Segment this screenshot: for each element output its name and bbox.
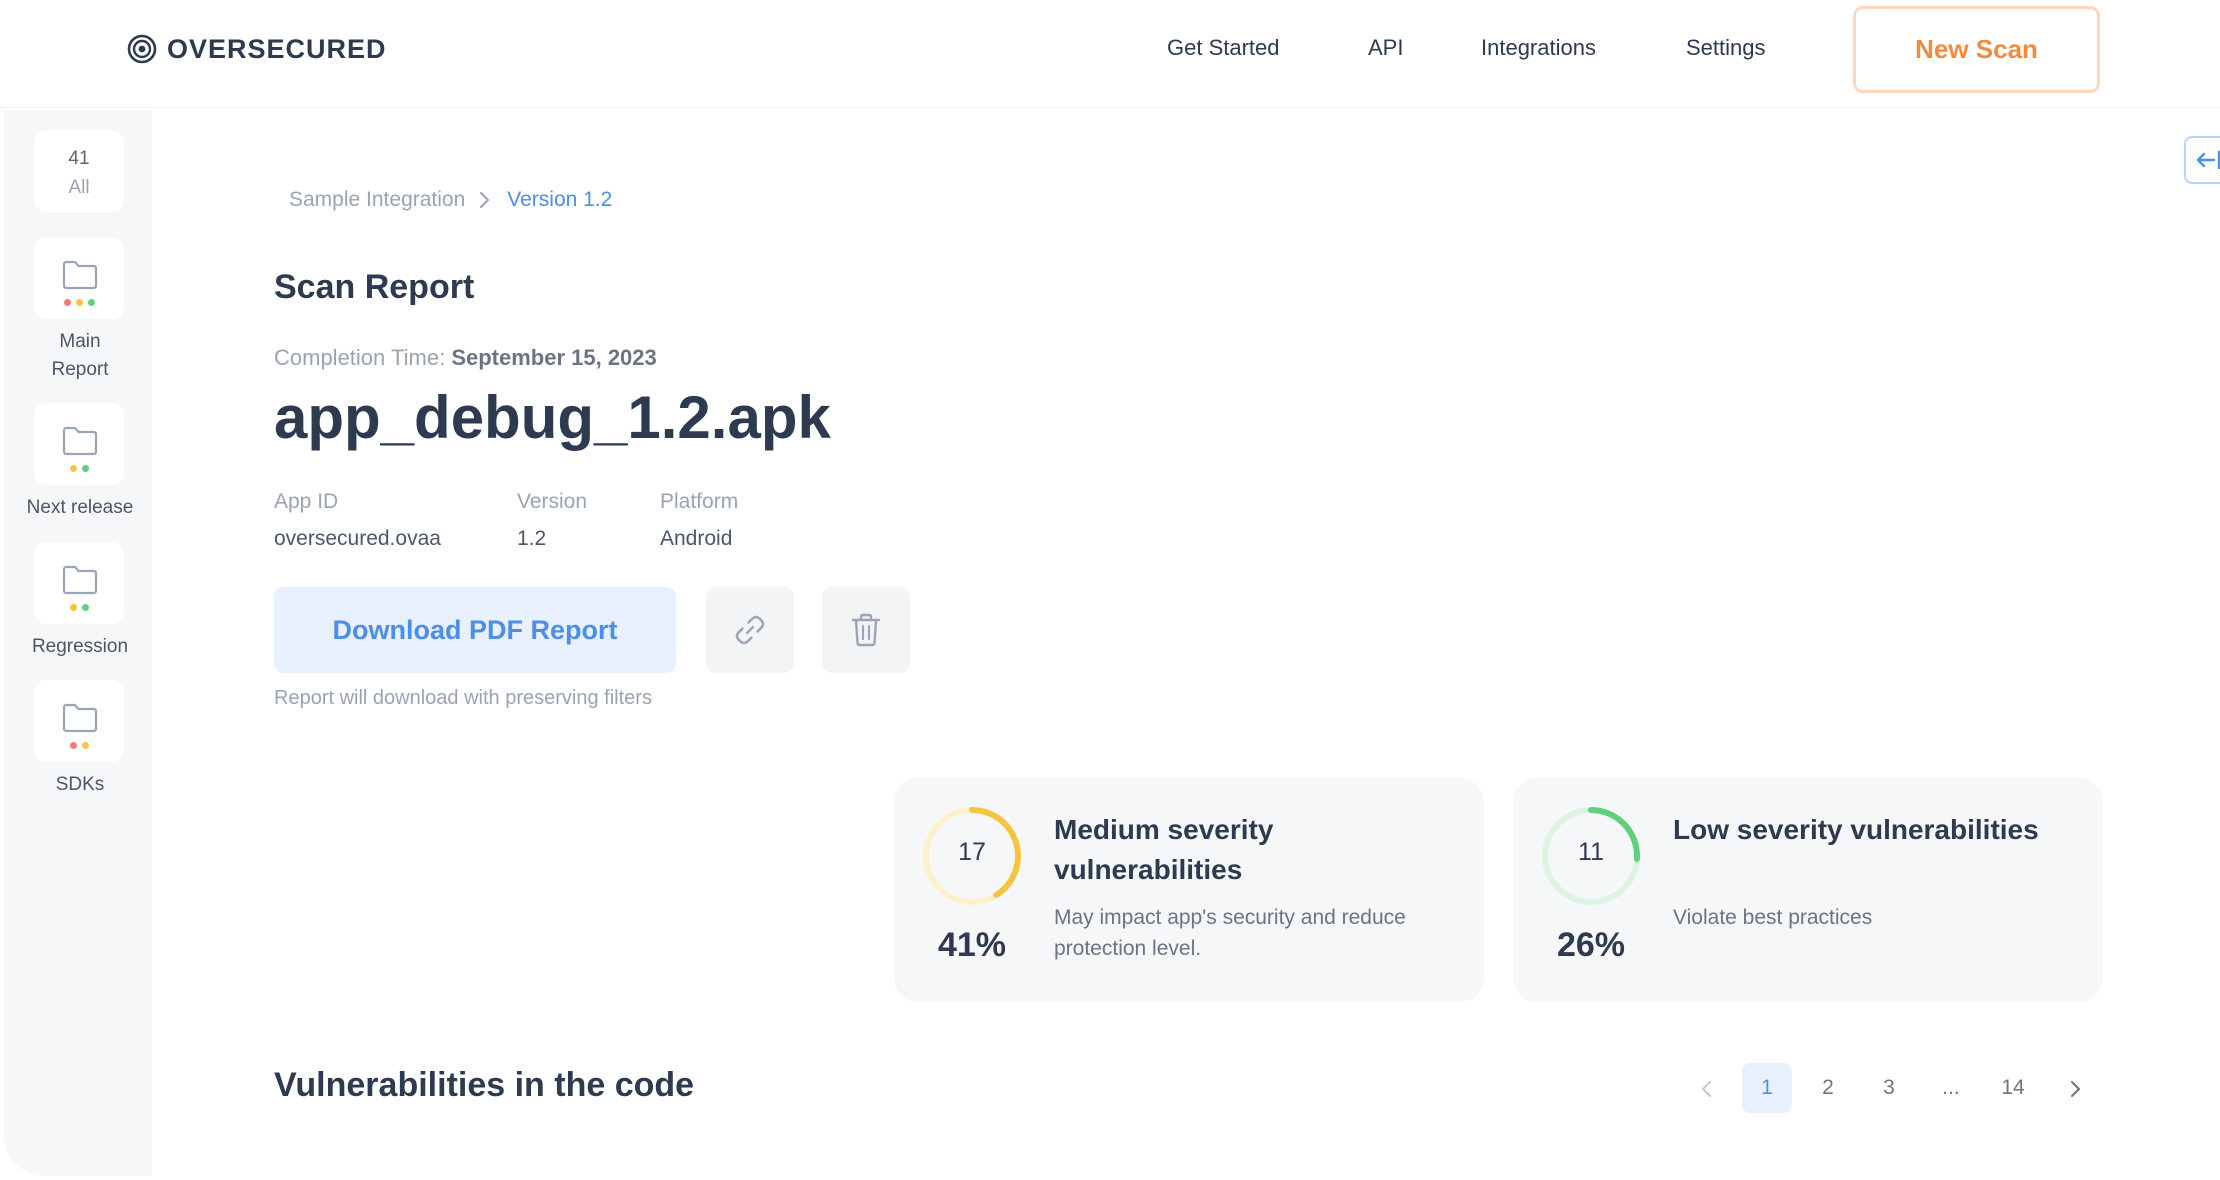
collapse-panel-button[interactable] bbox=[2184, 136, 2220, 184]
app-id-label: App ID bbox=[274, 490, 339, 513]
low-dot bbox=[81, 465, 89, 472]
trash-icon bbox=[851, 613, 881, 647]
folder-icon bbox=[62, 703, 98, 733]
sidebar-label-report: Report bbox=[51, 359, 109, 380]
download-pdf-button[interactable]: Download PDF Report bbox=[274, 587, 676, 673]
medium-percent: 41% bbox=[937, 926, 1007, 964]
pager-ellipsis: ... bbox=[1942, 1076, 1960, 1099]
low-count: 11 bbox=[1578, 838, 1604, 866]
completion-label: Completion Time: bbox=[274, 345, 446, 370]
version-label: Version bbox=[517, 490, 588, 513]
sidebar-item-sdks[interactable] bbox=[34, 680, 124, 762]
sidebar-item-regression[interactable] bbox=[34, 542, 124, 624]
pager-page-1[interactable]: 1 bbox=[1742, 1063, 1792, 1113]
sidebar-label-sdks: SDKs bbox=[55, 774, 105, 795]
sidebar-item-main-report[interactable] bbox=[34, 237, 124, 319]
page-title: Scan Report bbox=[274, 268, 475, 306]
brand-name: OVERSECURED bbox=[167, 33, 387, 64]
download-note: Report will download with preserving fil… bbox=[274, 687, 652, 709]
apk-file-name: app_debug_1.2.apk bbox=[274, 384, 831, 451]
breadcrumb: Sample Integration Version 1.2 bbox=[289, 188, 612, 212]
pager-prev-button[interactable] bbox=[1682, 1063, 1732, 1113]
severity-dots bbox=[34, 299, 124, 306]
sidebar-item-all[interactable]: 41 All bbox=[34, 130, 124, 212]
sidebar-label-next-release: Next release bbox=[26, 497, 134, 518]
sidebar-label-main: Main bbox=[59, 331, 101, 352]
nav-api[interactable]: API bbox=[1368, 30, 1403, 66]
high-dot bbox=[63, 299, 71, 306]
vulnerabilities-heading: Vulnerabilities in the code bbox=[274, 1066, 695, 1104]
low-severity-description: Violate best practices bbox=[1673, 906, 1873, 929]
folder-icon bbox=[62, 565, 98, 595]
version-value: 1.2 bbox=[517, 527, 547, 550]
copy-link-button[interactable] bbox=[706, 587, 794, 673]
medium-dot bbox=[75, 299, 83, 306]
medium-severity-card[interactable]: 17 41% Medium severity vulnerabilities M… bbox=[894, 778, 1484, 1002]
chevron-right-icon bbox=[2071, 1081, 2080, 1097]
collapse-arrow-icon bbox=[2196, 150, 2220, 170]
pager-page-14[interactable]: 14 bbox=[1988, 1063, 2038, 1113]
medium-dot bbox=[81, 742, 89, 749]
oversecured-logo-icon bbox=[127, 34, 157, 64]
folder-sidebar: 41 All Main Report Next release Regressi… bbox=[4, 110, 152, 1176]
delete-report-button[interactable] bbox=[822, 587, 910, 673]
breadcrumb-current: Version 1.2 bbox=[507, 188, 613, 211]
low-dot bbox=[81, 604, 89, 611]
all-count: 41 bbox=[68, 148, 90, 169]
medium-dot bbox=[69, 604, 77, 611]
nav-integrations[interactable]: Integrations bbox=[1481, 30, 1596, 66]
top-header: OVERSECURED Get Started API Integrations… bbox=[0, 0, 2220, 108]
new-scan-button[interactable]: New Scan bbox=[1853, 6, 2100, 93]
medium-dot bbox=[69, 465, 77, 472]
brand-logo[interactable]: OVERSECURED bbox=[127, 32, 387, 66]
low-percent: 26% bbox=[1556, 926, 1626, 964]
severity-dots bbox=[34, 465, 124, 472]
completion-time: Completion Time: September 15, 2023 bbox=[274, 345, 657, 371]
folder-icon bbox=[62, 260, 98, 290]
breadcrumb-parent[interactable]: Sample Integration bbox=[289, 188, 465, 212]
pager-page-3[interactable]: 3 bbox=[1864, 1063, 1914, 1113]
low-dot bbox=[87, 299, 95, 306]
sidebar-label-regression: Regression bbox=[31, 636, 129, 657]
severity-dots bbox=[34, 604, 124, 611]
medium-severity-description: May impact app's security and reduce pro… bbox=[1054, 906, 1406, 960]
pager-next-button[interactable] bbox=[2050, 1063, 2100, 1113]
platform-label: Platform bbox=[660, 490, 739, 513]
medium-severity-title: Medium severity vulnerabilities bbox=[1054, 814, 1274, 885]
nav-get-started[interactable]: Get Started bbox=[1167, 30, 1280, 66]
sidebar-item-next-release[interactable] bbox=[34, 403, 124, 485]
nav-settings[interactable]: Settings bbox=[1686, 30, 1766, 66]
pager-page-2[interactable]: 2 bbox=[1803, 1063, 1853, 1113]
app-id-value: oversecured.ovaa bbox=[274, 527, 441, 550]
medium-count: 17 bbox=[958, 838, 986, 866]
low-severity-title: Low severity vulnerabilities bbox=[1673, 814, 2039, 845]
high-dot bbox=[69, 742, 77, 749]
severity-dots bbox=[34, 742, 124, 749]
link-icon bbox=[735, 615, 765, 645]
platform-value: Android bbox=[660, 527, 733, 550]
low-severity-card[interactable]: 11 26% Low severity vulnerabilities Viol… bbox=[1513, 778, 2103, 1002]
completion-date: September 15, 2023 bbox=[451, 345, 657, 370]
chevron-right-icon bbox=[480, 192, 490, 208]
chevron-left-icon bbox=[1702, 1081, 1711, 1097]
all-label: All bbox=[68, 177, 90, 198]
folder-icon bbox=[62, 426, 98, 456]
